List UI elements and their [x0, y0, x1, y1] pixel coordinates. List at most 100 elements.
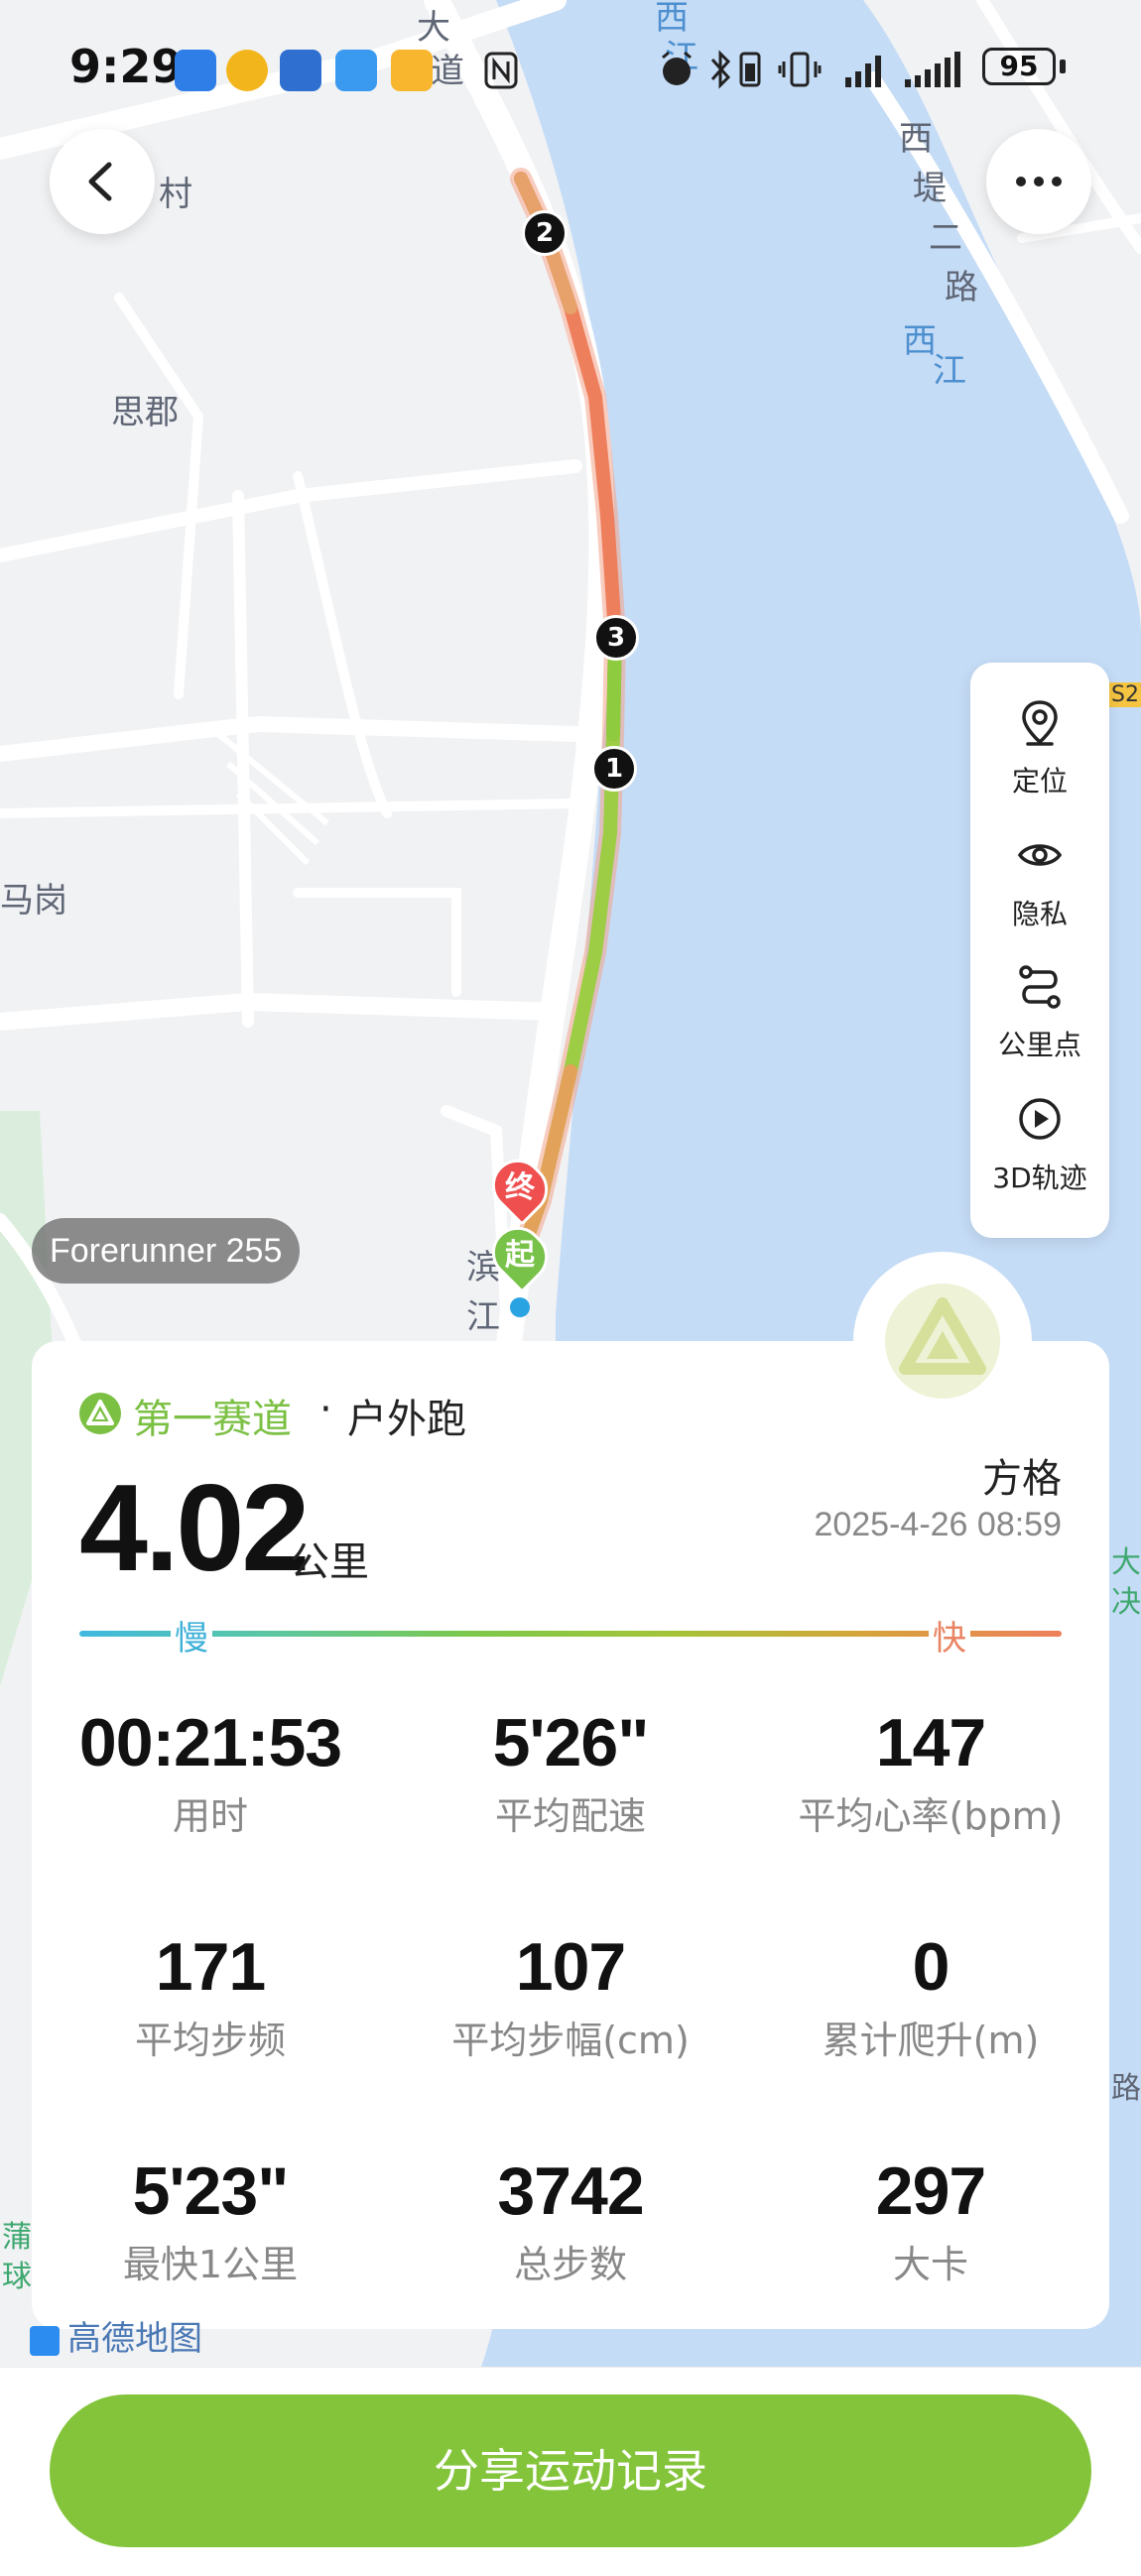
share-record-button[interactable]: 分享运动记录 [50, 2394, 1091, 2547]
brand-logo-icon [885, 1284, 1000, 1399]
app-notification-icon [175, 50, 216, 91]
map-label: 二 [929, 218, 962, 258]
pace-slow-label: 慢 [171, 1611, 212, 1659]
total-distance: 4.02 [79, 1460, 310, 1597]
map-label: 大 [1111, 1545, 1141, 1580]
stat-value: 147 [875, 1705, 986, 1780]
map-label: 路 [1111, 2071, 1141, 2106]
stat-value: 107 [515, 1929, 626, 2005]
start-marker-label: 起 [505, 1238, 535, 1273]
pace-legend-bar [79, 1631, 1062, 1637]
map-label: 江 [466, 1297, 500, 1337]
eye-icon [1017, 844, 1063, 866]
stat-label: 累计爬升(m) [822, 2019, 1040, 2062]
stat-avg-cadence: 171 平均步频 [32, 1928, 389, 2064]
map-label: 决 [1111, 1585, 1141, 1620]
brand-logo-small-icon [79, 1393, 121, 1434]
brand-logo-badge [853, 1252, 1032, 1430]
map-label: 思郡 [111, 393, 179, 432]
stat-value: 0 [912, 1929, 951, 2005]
stat-label: 总步数 [513, 2243, 627, 2286]
stat-value: 171 [155, 1929, 266, 2005]
stat-value: 3742 [497, 2153, 644, 2229]
stat-label: 平均步频 [134, 2019, 286, 2062]
km-marker-label: 1 [604, 754, 624, 784]
tool-locate[interactable]: 定位 [970, 698, 1109, 827]
km-marker-label: 3 [606, 623, 626, 653]
map-tool-panel: 定位 隐私 公里点 3D轨迹 [970, 663, 1109, 1238]
map-attribution: 高德地图 [30, 2311, 202, 2360]
more-button[interactable] [986, 129, 1091, 234]
stat-elevation-gain: 0 累计爬升(m) [752, 1928, 1109, 2064]
stat-total-steps: 3742 总步数 [392, 2152, 749, 2288]
stat-label: 最快1公里 [122, 2243, 299, 2286]
status-bar: 9:29 95 [0, 0, 1141, 139]
stat-label: 平均配速 [494, 1794, 646, 1838]
nfc-icon [484, 52, 518, 89]
stat-value: 297 [875, 2153, 986, 2229]
search-app-icon [335, 50, 377, 91]
stat-value: 00:21:53 [78, 1705, 342, 1780]
back-button[interactable] [50, 129, 155, 234]
km-marker-label: 2 [535, 218, 555, 248]
watch-battery-icon [739, 52, 761, 87]
app-notification-icon [226, 50, 268, 91]
stat-value: 5'23" [132, 2153, 290, 2229]
device-badge: Forerunner 255 [32, 1218, 301, 1284]
stat-calories: 297 大卡 [752, 2152, 1109, 2288]
tool-3d-track[interactable]: 3D轨迹 [970, 1095, 1109, 1224]
play-icon [1019, 1098, 1061, 1140]
map-label: 江 [933, 351, 966, 391]
amap-logo-icon [30, 2325, 60, 2356]
km-marker-3[interactable]: 3 [593, 615, 639, 661]
stat-value: 5'26" [492, 1705, 650, 1780]
stat-avg-heart-rate: 147 平均心率(bpm) [752, 1704, 1109, 1840]
location-pin-icon [1022, 700, 1058, 746]
sport-type: 户外跑 [347, 1397, 466, 1442]
map-label: 村 [159, 175, 192, 214]
chevron-left-icon [88, 162, 112, 201]
map-label: 蒲 [2, 2220, 32, 2255]
stat-label: 用时 [172, 1794, 248, 1838]
tool-label: 3D轨迹 [992, 1162, 1087, 1194]
stat-avg-stride: 107 平均步幅(cm) [392, 1928, 749, 2064]
km-marker-1[interactable]: 1 [591, 746, 637, 792]
stat-fastest-km: 5'23" 最快1公里 [32, 2152, 389, 2288]
user-name: 方格 [982, 1456, 1062, 1502]
battery-icon: 95 [982, 48, 1056, 85]
more-dots-icon [1016, 177, 1062, 186]
signal-icon [845, 56, 881, 87]
vibrate-icon [778, 52, 822, 87]
stat-duration: 00:21:53 用时 [32, 1704, 389, 1840]
map-label: 马岗 [0, 881, 67, 920]
signal-icon [905, 52, 960, 87]
pace-fast-label: 快 [929, 1611, 970, 1659]
map-label: 路 [945, 268, 978, 307]
run-datetime: 2025-4-26 08:59 [814, 1506, 1062, 1543]
bluetooth-icon [710, 50, 731, 89]
tool-km-points[interactable]: 公里点 [970, 962, 1109, 1091]
alarm-icon [662, 51, 692, 85]
stat-avg-pace: 5'26" 平均配速 [392, 1704, 749, 1840]
stat-label: 大卡 [892, 2243, 968, 2286]
distance-unit: 公里 [290, 1539, 369, 1585]
status-time: 9:29 [69, 40, 184, 93]
brand-separator: · [319, 1387, 332, 1432]
app-notification-icon [391, 50, 433, 91]
end-marker-label: 终 [505, 1170, 535, 1205]
tool-label: 定位 [1011, 765, 1068, 797]
map-label: S27 [1109, 682, 1141, 707]
map-label: 堤 [913, 169, 947, 208]
app-notification-icon [280, 50, 321, 91]
stat-label: 平均步幅(cm) [451, 2019, 690, 2062]
tool-label: 隐私 [1011, 898, 1068, 930]
km-marker-2[interactable]: 2 [522, 210, 568, 256]
map-label: 西 [903, 321, 937, 361]
route-icon [1019, 965, 1061, 1009]
brand-name: 第一赛道 [133, 1397, 292, 1442]
tool-privacy[interactable]: 隐私 [970, 831, 1109, 960]
map-label: 球 [2, 2260, 32, 2294]
battery-tip [1060, 60, 1066, 73]
attribution-text: 高德地图 [67, 2319, 202, 2359]
stat-label: 平均心率(bpm) [798, 1794, 1064, 1838]
